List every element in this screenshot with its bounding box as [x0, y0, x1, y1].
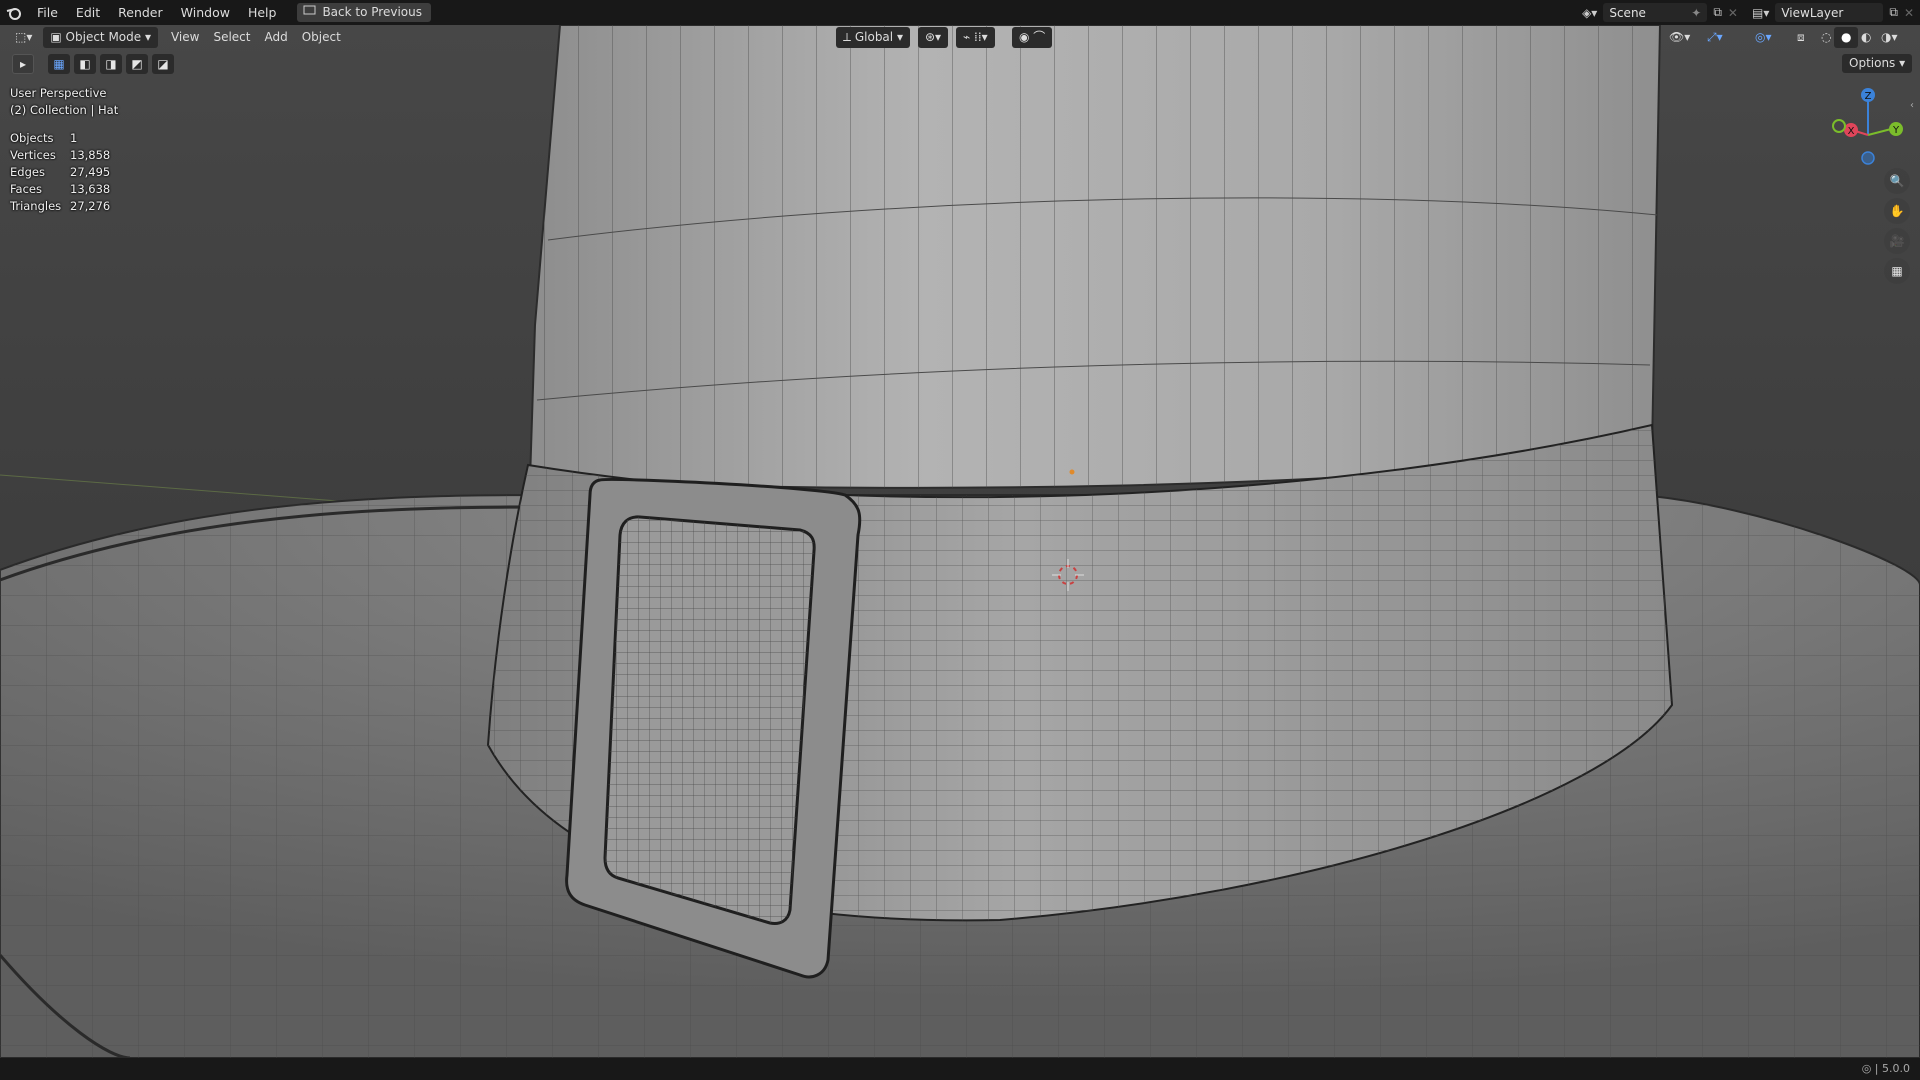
mode-label: Object Mode: [65, 30, 142, 44]
transform-orientation-dropdown[interactable]: ⟂ Global ▾: [836, 27, 910, 48]
svg-text:Y: Y: [1892, 125, 1900, 136]
overlays-icon[interactable]: ◎▾: [1748, 27, 1779, 48]
new-viewlayer-icon[interactable]: ⧉: [1889, 5, 1898, 20]
stats-row: Vertices 13,858: [10, 146, 110, 163]
svg-text:Z: Z: [1865, 91, 1872, 102]
version-label: ◎ | 5.0.0: [1861, 1062, 1910, 1075]
zoom-icon[interactable]: 🔍: [1884, 168, 1910, 194]
snap-icon[interactable]: ⌁ ⁞⁞▾: [956, 27, 995, 48]
stat-label: Vertices: [10, 147, 56, 162]
scene-name: Scene: [1609, 5, 1646, 20]
menu-select[interactable]: Select: [206, 27, 257, 48]
viewlayer-selector-icon[interactable]: ▤▾: [1752, 6, 1769, 20]
hat-mesh-render: Z Y X: [0, 25, 1920, 1058]
viewlayer-name: ViewLayer: [1781, 5, 1844, 20]
select-box-new-icon[interactable]: ▦: [48, 54, 70, 74]
menu-object[interactable]: Object: [295, 27, 348, 48]
stat-value: 27,276: [70, 198, 111, 213]
viewlayer-field[interactable]: ViewLayer: [1775, 3, 1884, 22]
navigation-gizmo[interactable]: Z Y X: [1832, 88, 1903, 165]
sidebar-toggle-icon[interactable]: ‹: [1910, 100, 1914, 111]
options-dropdown[interactable]: Options ▾: [1842, 54, 1913, 73]
select-invert-icon[interactable]: ◩: [126, 54, 148, 74]
object-mode-icon: ▣: [50, 30, 62, 44]
pin-icon[interactable]: ✦: [1691, 6, 1701, 20]
stat-label: Objects: [10, 130, 54, 145]
visibility-icon[interactable]: 👁▾: [1662, 27, 1697, 48]
stat-value: 13,638: [70, 181, 111, 196]
rendered-shading-icon[interactable]: ◑▾: [1874, 27, 1905, 48]
status-bar: ◎ | 5.0.0: [0, 1058, 1920, 1080]
menu-edit[interactable]: Edit: [67, 0, 109, 25]
stat-value: 13,858: [70, 147, 111, 162]
stat-value: 1: [70, 130, 78, 145]
xray-icon[interactable]: ⧈: [1790, 27, 1812, 48]
svg-text:X: X: [1848, 126, 1855, 137]
version-number: 5.0.0: [1882, 1062, 1910, 1075]
perspective-toggle-icon[interactable]: ▦: [1884, 258, 1910, 284]
viewport-header: ⬚▾ ▣ Object Mode ▾ View Select Add Objec…: [0, 25, 1920, 50]
pivot-point-icon[interactable]: ⊛▾: [918, 27, 949, 48]
menu-help[interactable]: Help: [239, 0, 286, 25]
stat-label: Faces: [10, 181, 42, 196]
back-to-previous-button[interactable]: Back to Previous: [297, 3, 431, 22]
select-intersect-icon[interactable]: ◪: [152, 54, 174, 74]
mode-selector[interactable]: ▣ Object Mode ▾: [43, 27, 158, 48]
scene-statistics: Objects 1 Vertices 13,858 Edges 27,495 Face…: [10, 129, 110, 214]
options-label: Options: [1849, 56, 1896, 70]
view-name: User Perspective: [10, 86, 107, 100]
select-subtract-icon[interactable]: ◨: [100, 54, 122, 74]
blender-logo-icon[interactable]: [0, 6, 28, 20]
scene-field[interactable]: Scene ✦: [1603, 3, 1708, 22]
camera-view-icon[interactable]: 🎥: [1884, 228, 1910, 254]
pan-hand-icon[interactable]: ✋: [1884, 198, 1910, 224]
globe-icon: ◎: [1861, 1062, 1872, 1075]
delete-scene-icon[interactable]: ✕: [1728, 6, 1738, 20]
stat-label: Edges: [10, 164, 45, 179]
3d-viewport[interactable]: Z Y X: [0, 25, 1920, 1058]
menu-add[interactable]: Add: [258, 27, 295, 48]
screen-icon: [303, 3, 316, 22]
viewport-info-overlay: User Perspective (2) Collection | Hat Ob…: [10, 86, 118, 214]
delete-viewlayer-icon[interactable]: ✕: [1904, 6, 1914, 20]
workspace-selectors: ◈▾ Scene ✦ ⧉ ✕ ▤▾ ViewLayer ⧉ ✕: [1582, 0, 1920, 25]
stat-value: 27,495: [70, 164, 111, 179]
proportional-edit-icon[interactable]: ◉ ⌒: [1012, 27, 1053, 48]
gizmo-toggle-icon[interactable]: ⤢▾: [1700, 27, 1730, 48]
orientation-label: Global: [854, 30, 894, 44]
select-tool-icon[interactable]: ▸: [12, 54, 34, 74]
new-scene-icon[interactable]: ⧉: [1713, 5, 1722, 20]
orientation-icon: ⟂: [843, 30, 852, 44]
stats-row: Triangles 27,276: [10, 197, 110, 214]
stats-row: Edges 27,495: [10, 163, 110, 180]
collection-name: (2) Collection | Hat: [10, 103, 119, 117]
stats-row: Faces 13,638: [10, 180, 110, 197]
select-extend-icon[interactable]: ◧: [74, 54, 96, 74]
menu-view[interactable]: View: [164, 27, 206, 48]
menu-window[interactable]: Window: [172, 0, 239, 25]
stats-row: Objects 1: [10, 129, 110, 146]
scene-selector-icon[interactable]: ◈▾: [1582, 6, 1597, 20]
back-to-previous-label: Back to Previous: [322, 5, 422, 19]
menu-file[interactable]: File: [28, 0, 67, 25]
editor-type-icon[interactable]: ⬚▾: [8, 27, 39, 48]
tool-row: ▸ ▦ ◧ ◨ ◩ ◪: [12, 54, 174, 74]
menu-render[interactable]: Render: [109, 0, 172, 25]
stat-label: Triangles: [10, 198, 62, 213]
top-menu-bar: File Edit Render Window Help Back to Pre…: [0, 0, 1920, 25]
